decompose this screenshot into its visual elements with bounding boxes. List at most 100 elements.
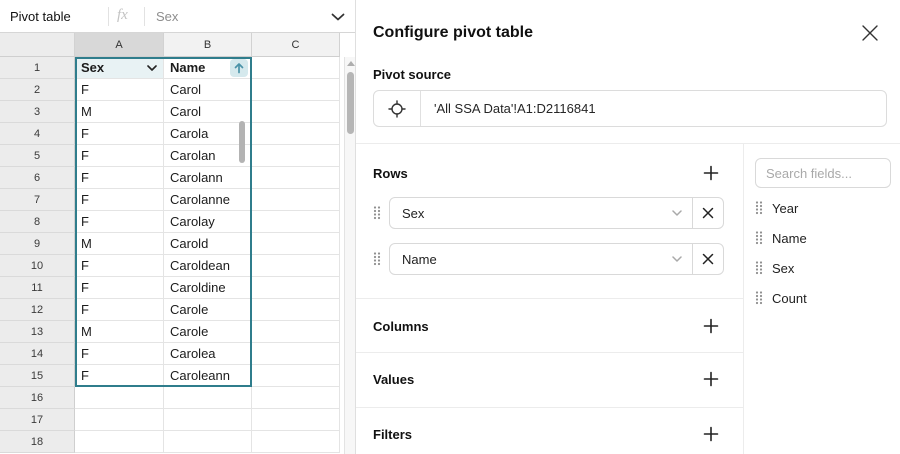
cell-A12[interactable]: F (75, 299, 164, 321)
row-header-14[interactable]: 14 (0, 343, 75, 365)
cell-C5[interactable] (252, 145, 340, 167)
pivot-source-input[interactable]: 'All SSA Data'!A1:D2116841 (373, 90, 887, 127)
formula-bar-chevron-down-icon[interactable] (331, 13, 345, 21)
cell-B14[interactable]: Carolea (164, 343, 252, 365)
cell-C16[interactable] (252, 387, 340, 409)
row-header-3[interactable]: 3 (0, 101, 75, 123)
cell-A9[interactable]: M (75, 233, 164, 255)
cell-B16[interactable] (164, 387, 252, 409)
row-header-8[interactable]: 8 (0, 211, 75, 233)
scrollbar-thumb[interactable] (347, 72, 354, 134)
chevron-down-icon[interactable] (672, 198, 692, 228)
cell-C15[interactable] (252, 365, 340, 387)
search-fields-input[interactable] (755, 158, 891, 188)
row-header-2[interactable]: 2 (0, 79, 75, 101)
column-header-C[interactable]: C (252, 33, 340, 57)
drag-handle-icon[interactable] (755, 231, 763, 245)
cell-C17[interactable] (252, 409, 340, 431)
drag-handle-icon[interactable] (755, 261, 763, 275)
row-header-13[interactable]: 13 (0, 321, 75, 343)
pivot-table-scrollbar-thumb[interactable] (239, 121, 245, 163)
cell-A4[interactable]: F (75, 123, 164, 145)
cell-B6[interactable]: Carolann (164, 167, 252, 189)
target-icon[interactable] (374, 91, 421, 126)
cell-C1[interactable] (252, 57, 340, 79)
cell-C4[interactable] (252, 123, 340, 145)
cell-C11[interactable] (252, 277, 340, 299)
cell-B2[interactable]: Carol (164, 79, 252, 101)
cell-C3[interactable] (252, 101, 340, 123)
cell-A15[interactable]: F (75, 365, 164, 387)
cell-B7[interactable]: Carolanne (164, 189, 252, 211)
cell-A11[interactable]: F (75, 277, 164, 299)
cell-B3[interactable]: Carol (164, 101, 252, 123)
add-column-field-button[interactable] (703, 318, 719, 334)
row-header-6[interactable]: 6 (0, 167, 75, 189)
field-select[interactable]: Sex (389, 197, 724, 229)
cell-B9[interactable]: Carold (164, 233, 252, 255)
cell-A17[interactable] (75, 409, 164, 431)
row-header-12[interactable]: 12 (0, 299, 75, 321)
row-header-17[interactable]: 17 (0, 409, 75, 431)
row-header-4[interactable]: 4 (0, 123, 75, 145)
cell-A13[interactable]: M (75, 321, 164, 343)
pivot-source-range[interactable]: 'All SSA Data'!A1:D2116841 (421, 91, 596, 126)
corner-select-all[interactable] (0, 33, 75, 57)
sort-ascending-icon[interactable] (230, 59, 248, 77)
cell-B11[interactable]: Caroldine (164, 277, 252, 299)
cell-B8[interactable]: Carolay (164, 211, 252, 233)
close-icon[interactable] (861, 24, 879, 42)
scroll-up-arrow-icon[interactable] (347, 61, 355, 66)
cell-C13[interactable] (252, 321, 340, 343)
row-header-18[interactable]: 18 (0, 431, 75, 453)
add-filter-button[interactable] (703, 426, 719, 442)
cell-B12[interactable]: Carole (164, 299, 252, 321)
cell-A2[interactable]: F (75, 79, 164, 101)
column-header-A[interactable]: A (75, 33, 164, 57)
name-box[interactable]: Pivot table (10, 9, 71, 24)
row-header-10[interactable]: 10 (0, 255, 75, 277)
chevron-down-icon[interactable] (672, 244, 692, 274)
column-header-B[interactable]: B (164, 33, 252, 57)
cell-A3[interactable]: M (75, 101, 164, 123)
cell-B1[interactable]: Name (164, 57, 252, 79)
cell-A14[interactable]: F (75, 343, 164, 365)
row-header-15[interactable]: 15 (0, 365, 75, 387)
cell-C7[interactable] (252, 189, 340, 211)
cell-C10[interactable] (252, 255, 340, 277)
sheet-vertical-scrollbar[interactable] (344, 57, 355, 454)
field-select[interactable]: Name (389, 243, 724, 275)
cell-B13[interactable]: Carole (164, 321, 252, 343)
field-select-value[interactable]: Name (390, 244, 672, 274)
cell-C18[interactable] (252, 431, 340, 453)
add-value-field-button[interactable] (703, 371, 719, 387)
cell-A16[interactable] (75, 387, 164, 409)
row-header-5[interactable]: 5 (0, 145, 75, 167)
cell-A7[interactable]: F (75, 189, 164, 211)
add-row-field-button[interactable] (703, 165, 719, 181)
formula-input[interactable]: Sex (156, 9, 178, 24)
cell-B18[interactable] (164, 431, 252, 453)
field-item-sex[interactable]: Sex (755, 260, 794, 276)
cell-A8[interactable]: F (75, 211, 164, 233)
row-header-1[interactable]: 1 (0, 57, 75, 79)
cell-C2[interactable] (252, 79, 340, 101)
cell-B17[interactable] (164, 409, 252, 431)
cell-C12[interactable] (252, 299, 340, 321)
cell-A18[interactable] (75, 431, 164, 453)
drag-handle-icon[interactable] (373, 252, 381, 266)
remove-field-button[interactable] (692, 198, 723, 228)
row-header-11[interactable]: 11 (0, 277, 75, 299)
cell-C9[interactable] (252, 233, 340, 255)
cell-B10[interactable]: Caroldean (164, 255, 252, 277)
cell-C8[interactable] (252, 211, 340, 233)
field-select-value[interactable]: Sex (390, 198, 672, 228)
cell-C6[interactable] (252, 167, 340, 189)
cell-C14[interactable] (252, 343, 340, 365)
cell-A1[interactable]: Sex (75, 57, 164, 79)
drag-handle-icon[interactable] (755, 291, 763, 305)
drag-handle-icon[interactable] (373, 206, 381, 220)
cell-A6[interactable]: F (75, 167, 164, 189)
field-item-year[interactable]: Year (755, 200, 798, 216)
field-item-count[interactable]: Count (755, 290, 807, 306)
